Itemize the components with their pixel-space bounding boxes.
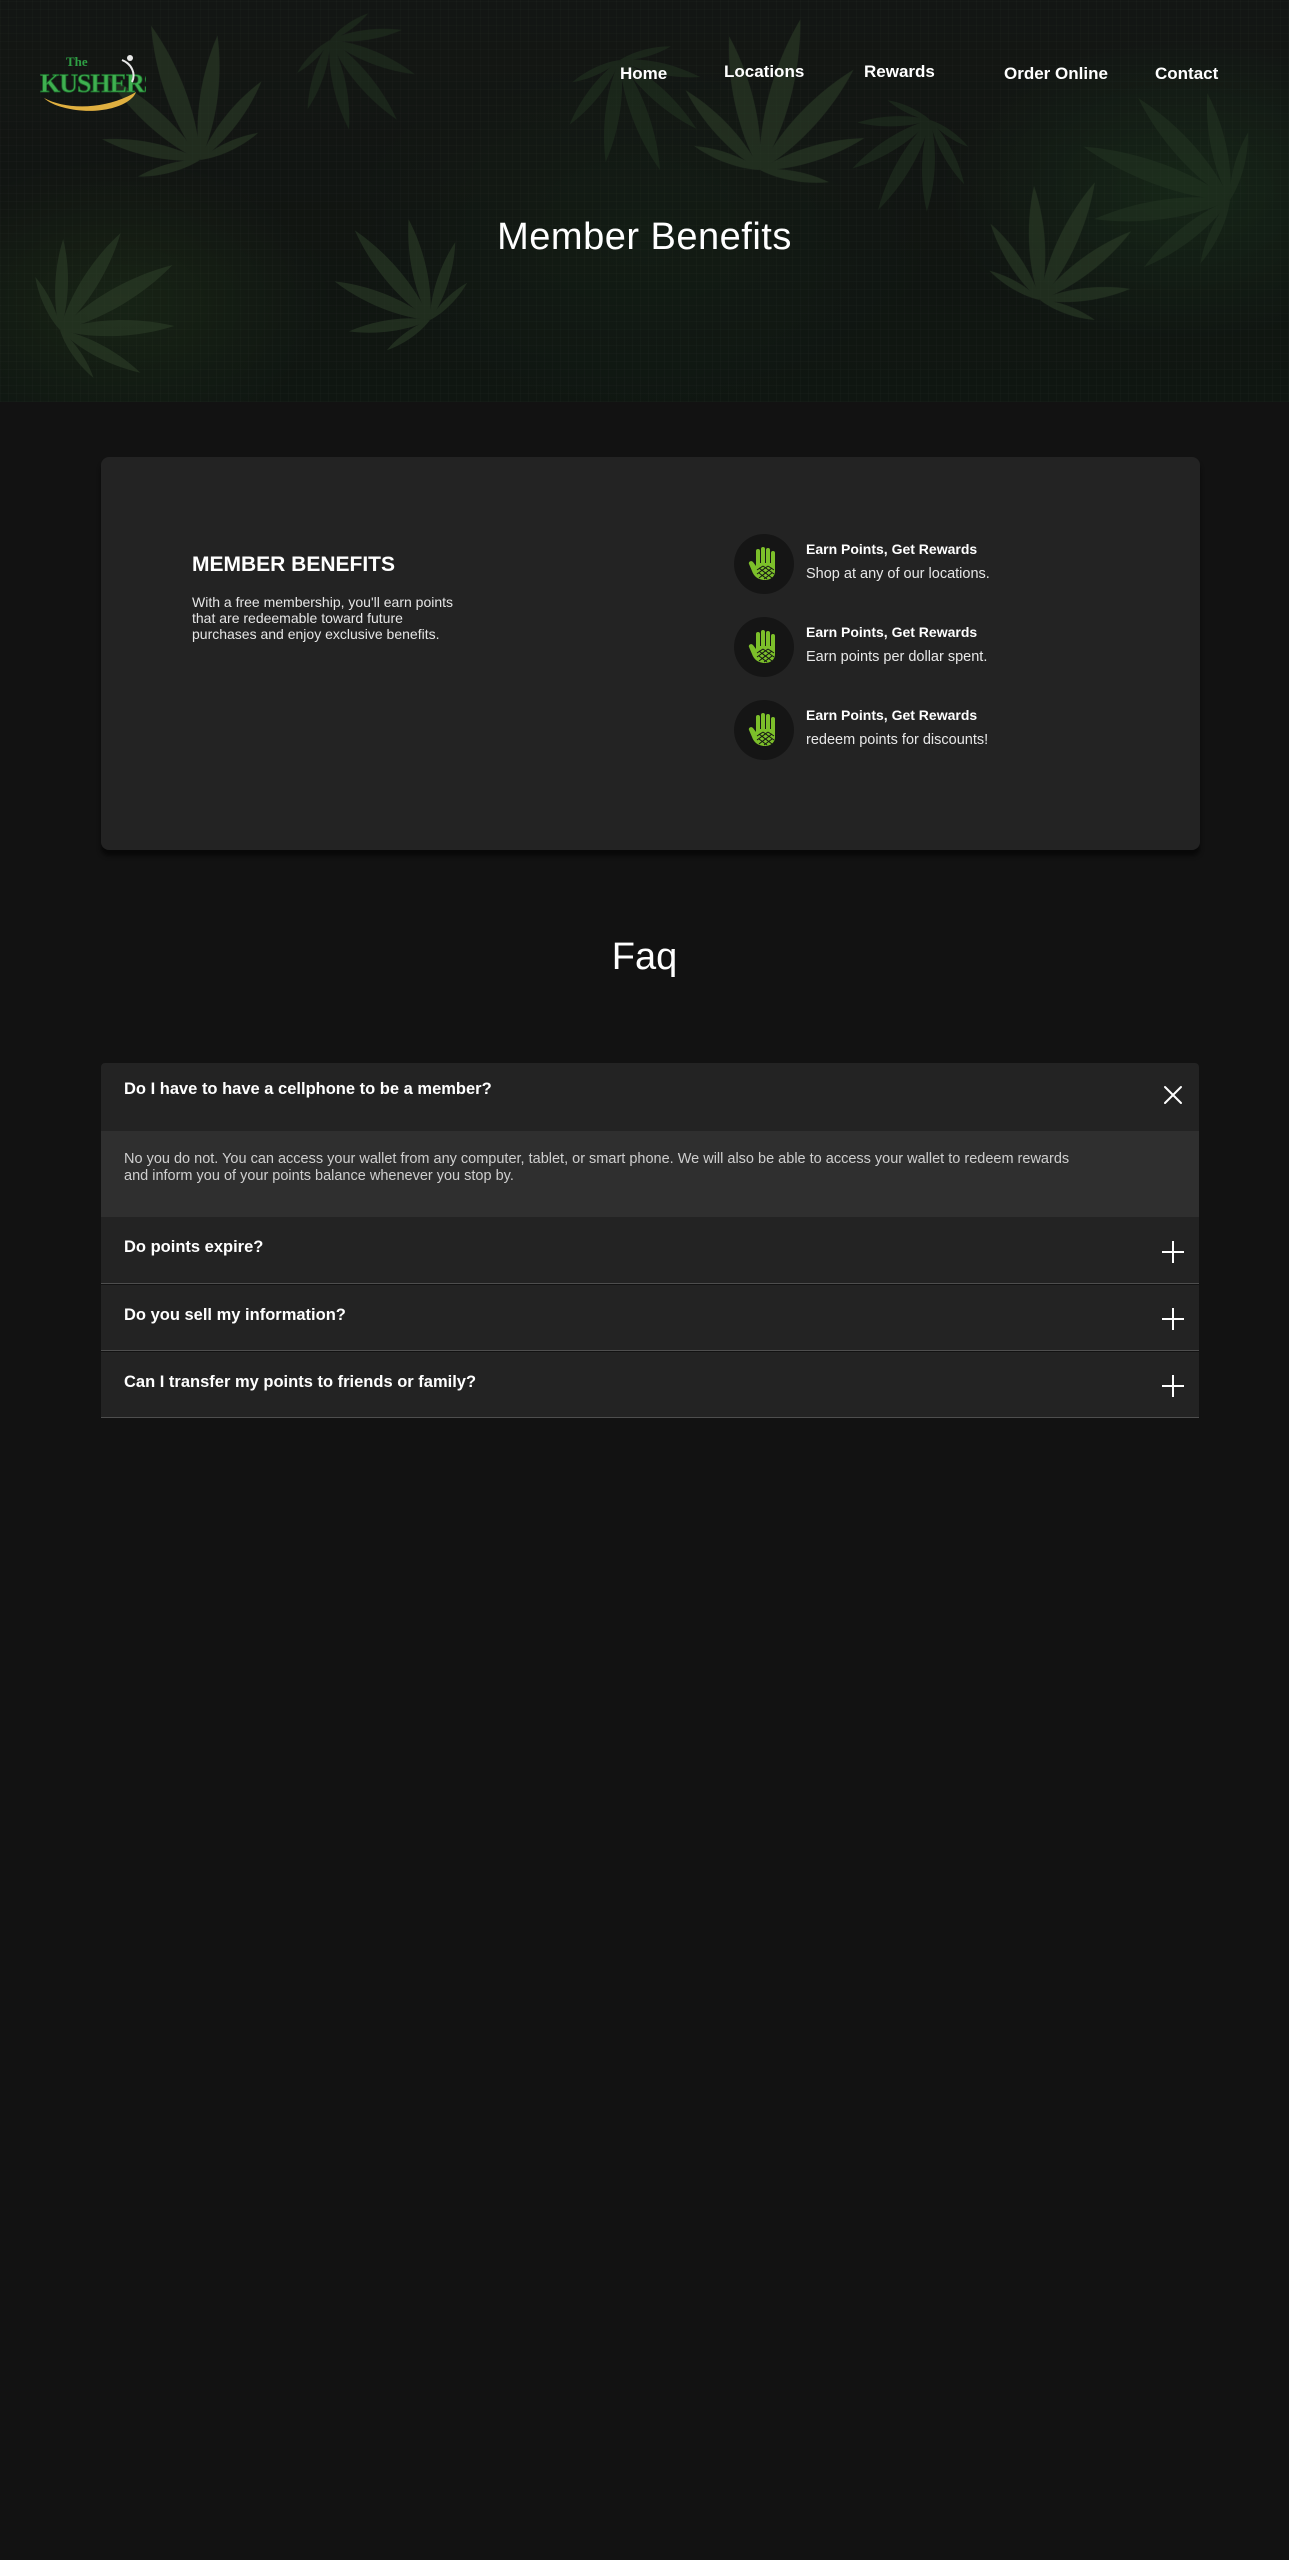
benefit-title: Earn Points, Get Rewards [806, 624, 978, 640]
hero-banner: The KUSHERS Home Locations Rewards Order… [0, 0, 1289, 402]
faq-question: Can I transfer my points to friends or f… [124, 1373, 477, 1391]
benefit-title: Earn Points, Get Rewards [806, 541, 978, 557]
benefit-item: Earn Points, Get Rewards Shop at any of … [734, 534, 1034, 594]
faq-item-points-expire[interactable]: Do points expire? [101, 1217, 1199, 1284]
plus-icon[interactable] [1161, 1240, 1185, 1264]
member-benefits-card: MEMBER BENEFITS With a free membership, … [101, 457, 1200, 850]
faq-question: Do you sell my information? [124, 1306, 346, 1324]
benefit-item: Earn Points, Get Rewards redeem points f… [734, 700, 1034, 760]
hand-icon [734, 534, 794, 594]
nav-home[interactable]: Home [620, 64, 667, 84]
cannabis-leaves-background [0, 0, 1289, 402]
benefit-text: Shop at any of our locations. [806, 566, 990, 582]
faq-item-transfer-points[interactable]: Can I transfer my points to friends or f… [101, 1352, 1199, 1418]
logo-text-the: The [66, 54, 88, 69]
benefit-text: redeem points for discounts! [806, 732, 989, 748]
plus-icon[interactable] [1161, 1374, 1185, 1398]
faq-item-sell-information[interactable]: Do you sell my information? [101, 1285, 1199, 1351]
nav-order-online[interactable]: Order Online [1004, 64, 1108, 84]
benefit-text: Earn points per dollar spent. [806, 649, 988, 665]
benefit-item: Earn Points, Get Rewards Earn points per… [734, 617, 1034, 677]
benefits-heading: MEMBER BENEFITS [192, 553, 396, 576]
nav-contact[interactable]: Contact [1155, 64, 1218, 84]
nav-rewards[interactable]: Rewards [864, 62, 935, 82]
kushers-logo[interactable]: The KUSHERS [36, 48, 146, 118]
benefit-title: Earn Points, Get Rewards [806, 707, 978, 723]
nav-locations[interactable]: Locations [724, 62, 804, 82]
hand-icon [734, 700, 794, 760]
close-icon[interactable] [1161, 1083, 1185, 1107]
faq-question: Do I have to have a cellphone to be a me… [124, 1080, 492, 1098]
faq-answer-panel: No you do not. You can access your walle… [101, 1131, 1199, 1217]
faq-answer-text: No you do not. You can access your walle… [124, 1151, 1070, 1184]
plus-icon[interactable] [1161, 1307, 1185, 1331]
faq-item-cellphone[interactable]: Do I have to have a cellphone to be a me… [101, 1063, 1199, 1131]
logo-text-main: KUSHERS [40, 69, 146, 98]
hand-icon [734, 617, 794, 677]
benefits-description: With a free membership, you'll earn poin… [192, 594, 454, 642]
page-title: Member Benefits [497, 216, 792, 258]
faq-question: Do points expire? [124, 1238, 264, 1256]
faq-title: Faq [611, 936, 678, 978]
